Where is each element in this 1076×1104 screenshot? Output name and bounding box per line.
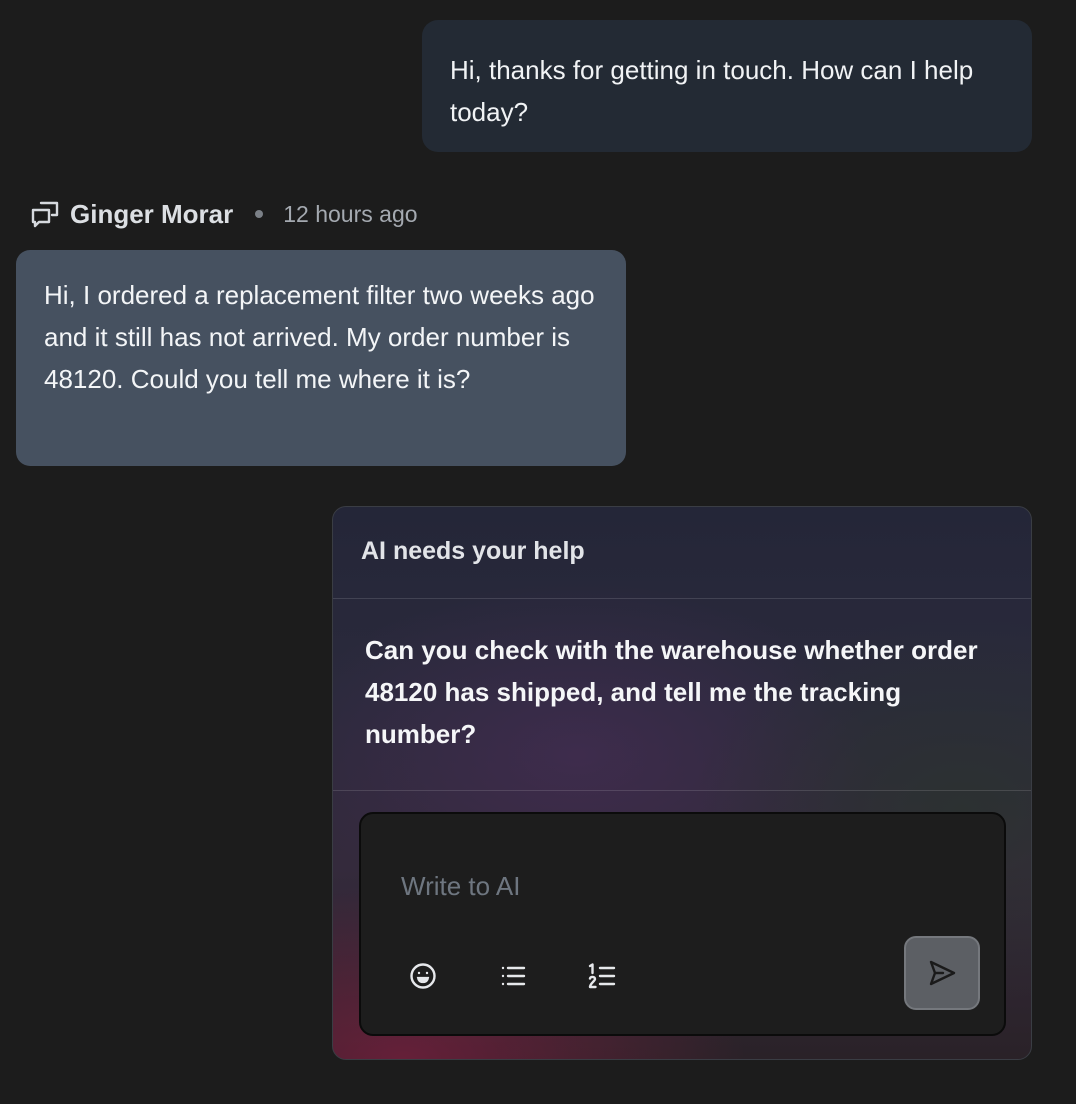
customer-message-bubble: Hi, I ordered a replacement filter two w… (16, 250, 626, 466)
send-button[interactable] (904, 936, 980, 1010)
emoji-button[interactable] (401, 954, 445, 998)
customer-message-text: Hi, I ordered a replacement filter two w… (44, 280, 595, 394)
message-timestamp: 12 hours ago (283, 200, 418, 227)
ai-composer (359, 812, 1006, 1036)
numbered-list-icon (588, 963, 616, 989)
numbered-list-button[interactable] (580, 954, 624, 998)
separator-dot (255, 210, 264, 218)
send-icon (929, 960, 956, 986)
customer-name[interactable]: Ginger Morar (70, 199, 233, 230)
bulleted-list-icon (501, 966, 526, 986)
agent-message-bubble: Hi, thanks for getting in touch. How can… (422, 20, 1032, 152)
ai-help-card: AI needs your help Can you check with th… (332, 506, 1032, 1060)
agent-message-text: Hi, thanks for getting in touch. How can… (450, 55, 974, 127)
conversation-view: Hi, thanks for getting in touch. How can… (0, 0, 1076, 1104)
conversation-icon (31, 201, 59, 228)
ai-help-title: AI needs your help (333, 507, 1031, 599)
bulleted-list-button[interactable] (491, 954, 535, 998)
ai-help-question: Can you check with the warehouse whether… (333, 599, 1031, 791)
write-to-ai-input[interactable] (401, 866, 961, 906)
customer-message-header: Ginger Morar 12 hours ago (30, 194, 418, 234)
emoji-icon (410, 963, 436, 989)
